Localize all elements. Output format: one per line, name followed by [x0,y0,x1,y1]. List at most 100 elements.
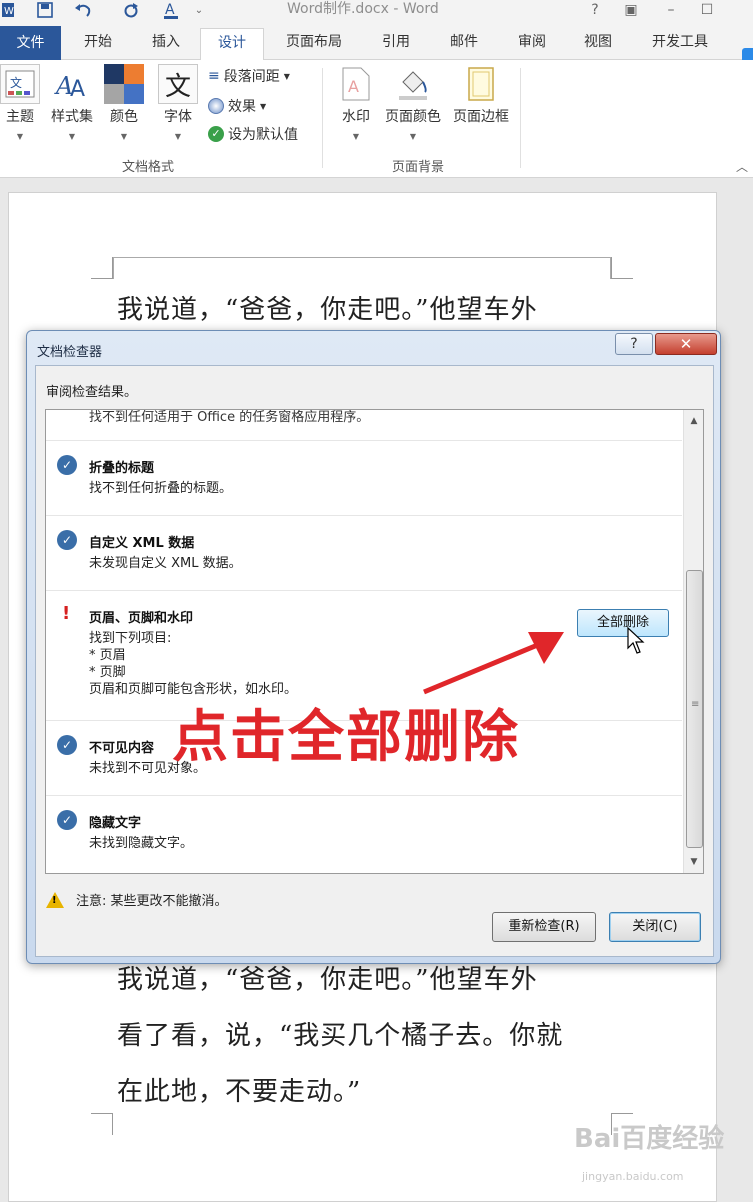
effects-label: 效果 [228,99,256,115]
maximize-icon[interactable]: ☐ [696,0,718,20]
svg-text:A: A [165,2,175,18]
colors-label: 颜色 [110,109,138,125]
undo-warning-note: ! 注意: 某些更改不能撤消。 [46,890,228,909]
header-line [113,257,611,279]
item-title: 不可见内容 [89,741,155,756]
scrollbar-thumb[interactable]: ≡ [686,570,703,848]
themes-icon: 文 [0,64,40,104]
chevron-down-icon: ▼ [68,132,76,141]
chevron-down-icon: ▼ [120,132,128,141]
fonts-button[interactable]: 文 字体 ▼ [152,64,204,141]
paragraph-spacing-icon: ≡ [208,68,220,84]
page-background-group-label: 页面背景 [392,160,445,175]
collapse-ribbon-icon[interactable]: ︿ [736,158,748,175]
tab-insert[interactable]: 插入 [136,28,196,60]
margin-corner-mark [91,257,113,279]
item-title: 页眉、页脚和水印 [89,611,194,626]
effects-icon [208,98,224,114]
tab-page-layout[interactable]: 页面布局 [272,28,356,60]
baidu-jingyan-logo: Bai百度经验 [574,1118,724,1155]
grip-icon: ≡ [691,699,700,710]
word-app-icon[interactable]: W [0,0,16,20]
effects-button[interactable]: 效果 ▼ [208,96,266,116]
themes-button[interactable]: 文 主题 ▼ [0,64,46,141]
margin-corner-mark [611,257,633,279]
page-borders-label: 页面边框 [453,109,509,125]
item-title: 折叠的标题 [89,461,155,476]
chevron-down-icon: ▼ [409,132,417,141]
tab-design[interactable]: 设计 [200,28,264,61]
list-item-text: 找不到任何适用于 Office 的任务窗格应用程序。 [89,410,370,425]
scroll-up-arrow-icon[interactable]: ▲ [684,412,703,430]
dialog-close-icon[interactable]: ✕ [655,333,717,355]
tab-view[interactable]: 视图 [566,28,630,60]
document-text-line: 看了看，说，“我买几个橘子去。你就 [117,1021,564,1051]
check-circle-icon: ✓ [57,735,77,755]
watermark-url: jingyan.baidu.com [582,1170,684,1183]
item-title: 隐藏文字 [89,816,142,831]
watermark-icon: A [336,64,376,104]
colors-button[interactable]: 颜色 ▼ [98,64,150,141]
redo-icon[interactable] [120,0,142,20]
fonts-icon: 文 [158,64,198,104]
chevron-down-icon: ▼ [260,101,267,111]
reinspect-button[interactable]: 重新检查(R) [492,912,596,942]
style-set-label: 样式集 [51,109,93,125]
help-icon[interactable]: ? [584,0,606,20]
window-title: Word制作.docx - Word [287,1,439,17]
page-color-label: 页面颜色 [385,109,441,125]
restore-ribbon-icon[interactable]: ▣ [620,0,642,20]
item-description: 找不到任何折叠的标题。 [89,481,233,496]
page-border-icon [461,64,501,104]
item-description-line: * 页脚 [89,665,126,680]
qat-customize-icon[interactable]: ⌄ [192,0,206,20]
dialog-help-button[interactable]: ? [615,333,653,355]
item-description: 未找到隐藏文字。 [89,836,194,851]
list-item: ✓ 自定义 XML 数据 未发现自定义 XML 数据。 [46,515,682,590]
tab-developer[interactable]: 开发工具 [638,28,722,60]
paint-bucket-icon [393,64,433,104]
checkmark-icon: ✓ [208,126,224,142]
tab-review[interactable]: 审阅 [500,28,564,60]
colors-icon [104,64,144,104]
group-separator [520,68,521,168]
group-separator [322,68,323,168]
ribbon-design: 文 主题 ▼ AA 样式集 ▼ 颜色 ▼ 文 字体 ▼ ≡ 段落间距 ▼ 效果 … [0,60,753,178]
tab-home[interactable]: 开始 [68,28,128,60]
watermark-button[interactable]: A 水印 ▼ [330,64,382,141]
item-title: 自定义 XML 数据 [89,536,195,551]
margin-corner-mark [91,1113,113,1135]
check-circle-icon: ✓ [57,455,77,475]
tab-mailings[interactable]: 邮件 [432,28,496,60]
document-text-line: 我说道，“爸爸，你走吧。”他望车外 [117,295,538,325]
watermark-label: 水印 [342,109,370,125]
item-description: 未发现自定义 XML 数据。 [89,556,242,571]
page-color-button[interactable]: 页面颜色 ▼ [380,64,446,141]
tab-references[interactable]: 引用 [364,28,428,60]
results-scrollbar[interactable]: ▲ ≡ ▼ [683,410,703,873]
chevron-down-icon: ▼ [283,71,290,81]
document-text-line: 我说道，“爸爸，你走吧。”他望车外 [117,965,538,995]
page-borders-button[interactable]: 页面边框 [448,64,514,126]
paragraph-spacing-button[interactable]: ≡ 段落间距 ▼ [208,66,290,86]
set-default-button[interactable]: ✓ 设为默认值 [208,124,298,144]
inspection-results-list[interactable]: 找不到任何适用于 Office 的任务窗格应用程序。 ✓ 折叠的标题 找不到任何… [45,409,704,874]
set-default-label: 设为默认值 [228,127,298,143]
tab-file[interactable]: 文件 [0,26,61,60]
svg-text:文: 文 [10,75,22,90]
undo-icon[interactable] [72,0,94,20]
font-color-icon[interactable]: A [160,0,182,20]
style-set-button[interactable]: AA 样式集 ▼ [46,64,98,141]
minimize-icon[interactable]: – [660,0,682,20]
paragraph-spacing-label: 段落间距 [223,69,280,85]
themes-label: 主题 [6,109,34,125]
scroll-down-arrow-icon[interactable]: ▼ [684,853,703,871]
warning-triangle-icon: ! [46,891,64,908]
close-button[interactable]: 关闭(C) [609,912,701,942]
dialog-body: 审阅检查结果。 找不到任何适用于 Office 的任务窗格应用程序。 ✓ 折叠的… [35,365,714,957]
item-description-line: 找到下列项目: [89,631,172,646]
watermark-logo-text: Bai百度经验 [574,1124,725,1154]
save-icon[interactable] [34,0,56,20]
item-description: 找到下列项目: * 页眉 * 页脚 页眉和页脚可能包含形状，如水印。 [89,630,297,698]
remove-all-button[interactable]: 全部删除 [577,609,669,637]
